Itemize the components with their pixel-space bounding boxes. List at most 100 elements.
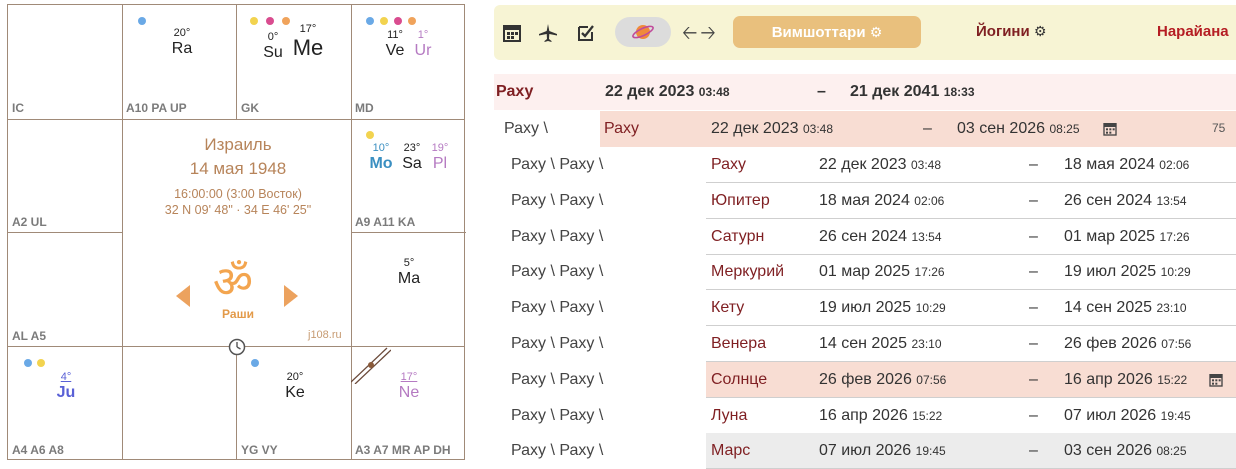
- pratyantar-path: Раху \ Раху \: [511, 370, 604, 388]
- chart-place: Израиль: [204, 135, 272, 154]
- pratyantar-row[interactable]: Кету 19 июл 2025 10:29 – 14 сен 2025 23:10: [706, 290, 1236, 327]
- pratyantar-row[interactable]: Марс 07 июл 2026 19:45 – 03 сен 2026 08:25: [706, 433, 1236, 469]
- pratyantar-row[interactable]: Раху 22 дек 2023 03:48 – 18 мая 2024 02:06: [706, 147, 1236, 183]
- pratyantar-end: 07 июл 2026 19:45: [1064, 406, 1191, 424]
- house-label-al: AL A5: [12, 329, 47, 343]
- status-dot: [408, 17, 416, 25]
- arrow-right-icon[interactable]: 🡢: [700, 23, 718, 44]
- grid-line: [236, 346, 237, 460]
- antar-count: 75: [1212, 121, 1226, 135]
- maha-end: 21 дек 2041 18:33: [850, 83, 975, 100]
- antar-dasha-row[interactable]: Раху \ Раху 22 дек 2023 03:48 – 03 сен 2…: [494, 111, 1236, 147]
- house-label-a9: A9 A11 KA: [355, 215, 416, 229]
- pratyantar-row[interactable]: Сатурн 26 сен 2024 13:54 – 01 мар 2025 17:2…: [706, 219, 1236, 255]
- house-label-a4: A4 A6 A8: [12, 443, 64, 457]
- dash: –: [923, 120, 932, 137]
- planet-ne[interactable]: 17° Ne: [394, 371, 424, 402]
- narayana-button[interactable]: Нарайана: [1157, 23, 1229, 40]
- dash: –: [1029, 227, 1038, 245]
- status-dot: [138, 17, 146, 25]
- chart-time: 16:00:00 (3:00 Восток): [174, 187, 302, 201]
- pratyantar-lord: Юпитер: [711, 191, 770, 209]
- maha-dasha-row[interactable]: Раху 22 дек 2023 03:48 – 21 дек 2041 18:…: [494, 74, 1236, 110]
- pratyantar-end: 26 сен 2024 13:54: [1064, 191, 1187, 209]
- planet-me[interactable]: 17° Me: [290, 23, 326, 60]
- antar-end: 03 сен 2026 08:25: [957, 120, 1080, 137]
- dash: –: [1029, 156, 1038, 173]
- planet-ju[interactable]: 4° Ju: [52, 371, 80, 402]
- status-dot: [37, 359, 45, 367]
- pratyantar-end: 26 фев 2026 07:56: [1064, 335, 1192, 352]
- antar-start: 22 дек 2023 03:48: [711, 120, 833, 137]
- pratyantar-start: 01 мар 2025 17:26: [819, 263, 945, 281]
- status-dot: [266, 17, 274, 25]
- planet-ke[interactable]: 20° Ke: [280, 371, 310, 402]
- planet-pl[interactable]: 19° Pl: [426, 142, 454, 173]
- planet-ur[interactable]: 1° Ur: [409, 29, 437, 60]
- status-dot: [394, 17, 402, 25]
- edit-check-icon[interactable]: [574, 21, 598, 45]
- calendar-icon[interactable]: [500, 21, 524, 45]
- pratyantar-path: Раху \ Раху \: [511, 191, 604, 209]
- calendar-icon[interactable]: [1102, 121, 1118, 137]
- status-dot: [251, 359, 259, 367]
- antar-lord: Раху: [604, 120, 640, 137]
- calendar-icon[interactable]: [1208, 372, 1224, 388]
- grid-line: [8, 232, 123, 233]
- pratyantar-path: Раху \ Раху \: [511, 406, 604, 424]
- vimshottari-button[interactable]: Вимшоттари ⚙: [733, 16, 921, 48]
- house-label-yg: YG VY: [241, 443, 278, 457]
- pratyantar-path: Раху \ Раху \: [511, 442, 604, 460]
- clock-icon[interactable]: [228, 338, 246, 356]
- pratyantar-end: 18 мая 2024 02:06: [1064, 156, 1190, 173]
- status-dot: [366, 17, 374, 25]
- dash: –: [1029, 370, 1038, 388]
- pratyantar-start: 22 дек 2023 03:48: [819, 156, 941, 173]
- house-label-gk: GK: [241, 101, 259, 115]
- planet-su[interactable]: 0° Su: [260, 31, 286, 62]
- gear-icon[interactable]: ⚙: [1034, 23, 1047, 39]
- pratyantar-start: 26 сен 2024 13:54: [819, 227, 942, 245]
- aspect-lines-icon: [351, 347, 391, 384]
- planet-ra[interactable]: 20° Ra: [166, 27, 198, 58]
- pratyantar-path: Раху \ Раху \: [511, 263, 604, 281]
- house-label-a2: A2 UL: [12, 215, 47, 229]
- pratyantar-end: 14 сен 2025 23:10: [1064, 299, 1187, 317]
- arrow-left-icon[interactable]: 🡠: [682, 23, 700, 44]
- pratyantar-row[interactable]: Солнце 26 фев 2026 07:56 – 16 апр 2026 15:2…: [706, 361, 1236, 398]
- maha-start: 22 дек 2023 03:48: [605, 83, 730, 100]
- pratyantar-path: Раху \ Раху \: [511, 156, 604, 173]
- status-dot: [380, 17, 388, 25]
- planet-sa[interactable]: 23° Sa: [398, 142, 426, 173]
- pratyantar-lord: Кету: [711, 299, 745, 317]
- pratyantar-lord: Сатурн: [711, 227, 765, 245]
- history-arrows: 🡠🡢: [682, 19, 719, 51]
- pratyantar-row[interactable]: Венера 14 сен 2025 23:10 – 26 фев 2026 07:5…: [706, 326, 1236, 362]
- pratyantar-lord: Марс: [711, 442, 751, 460]
- planet-mo[interactable]: 10° Mo: [367, 142, 395, 173]
- pratyantar-row[interactable]: Луна 16 апр 2026 15:22 – 07 июл 2026 19:45: [706, 398, 1236, 434]
- planet-ma[interactable]: 5° Ma: [394, 257, 424, 288]
- pratyantar-row[interactable]: Меркурий 01 мар 2025 17:26 – 19 июл 2025 10…: [706, 254, 1236, 291]
- planet-button[interactable]: [615, 17, 671, 47]
- rashi-label[interactable]: Раши: [124, 307, 352, 321]
- pratyantar-lord: Луна: [711, 406, 748, 424]
- dash: –: [1029, 263, 1038, 281]
- planet-ve[interactable]: 11° Ve: [382, 29, 408, 60]
- pratyantar-end: 03 сен 2026 08:25: [1064, 442, 1187, 460]
- pratyantar-row[interactable]: Юпитер 18 мая 2024 02:06 – 26 сен 2024 13:5…: [706, 183, 1236, 219]
- house-label-a3: A3 A7 MR AP DH: [355, 443, 451, 457]
- yogini-button[interactable]: Йогини ⚙: [976, 23, 1046, 40]
- airplane-icon[interactable]: [536, 21, 560, 45]
- prev-chart-arrow-icon[interactable]: [176, 285, 190, 307]
- dash: –: [1029, 335, 1038, 352]
- maha-lord: Раху: [496, 83, 534, 100]
- next-chart-arrow-icon[interactable]: [284, 285, 298, 307]
- pratyantar-lord: Венера: [711, 335, 767, 352]
- gear-icon[interactable]: ⚙: [870, 24, 883, 40]
- chart-date: 14 мая 1948: [189, 159, 287, 178]
- dash: –: [1029, 406, 1038, 424]
- antar-band: Раху 22 дек 2023 03:48 – 03 сен 2026 08:…: [600, 111, 1236, 147]
- pratyantar-path: Раху \ Раху \: [511, 227, 604, 245]
- pratyantar-lord: Раху: [711, 156, 747, 173]
